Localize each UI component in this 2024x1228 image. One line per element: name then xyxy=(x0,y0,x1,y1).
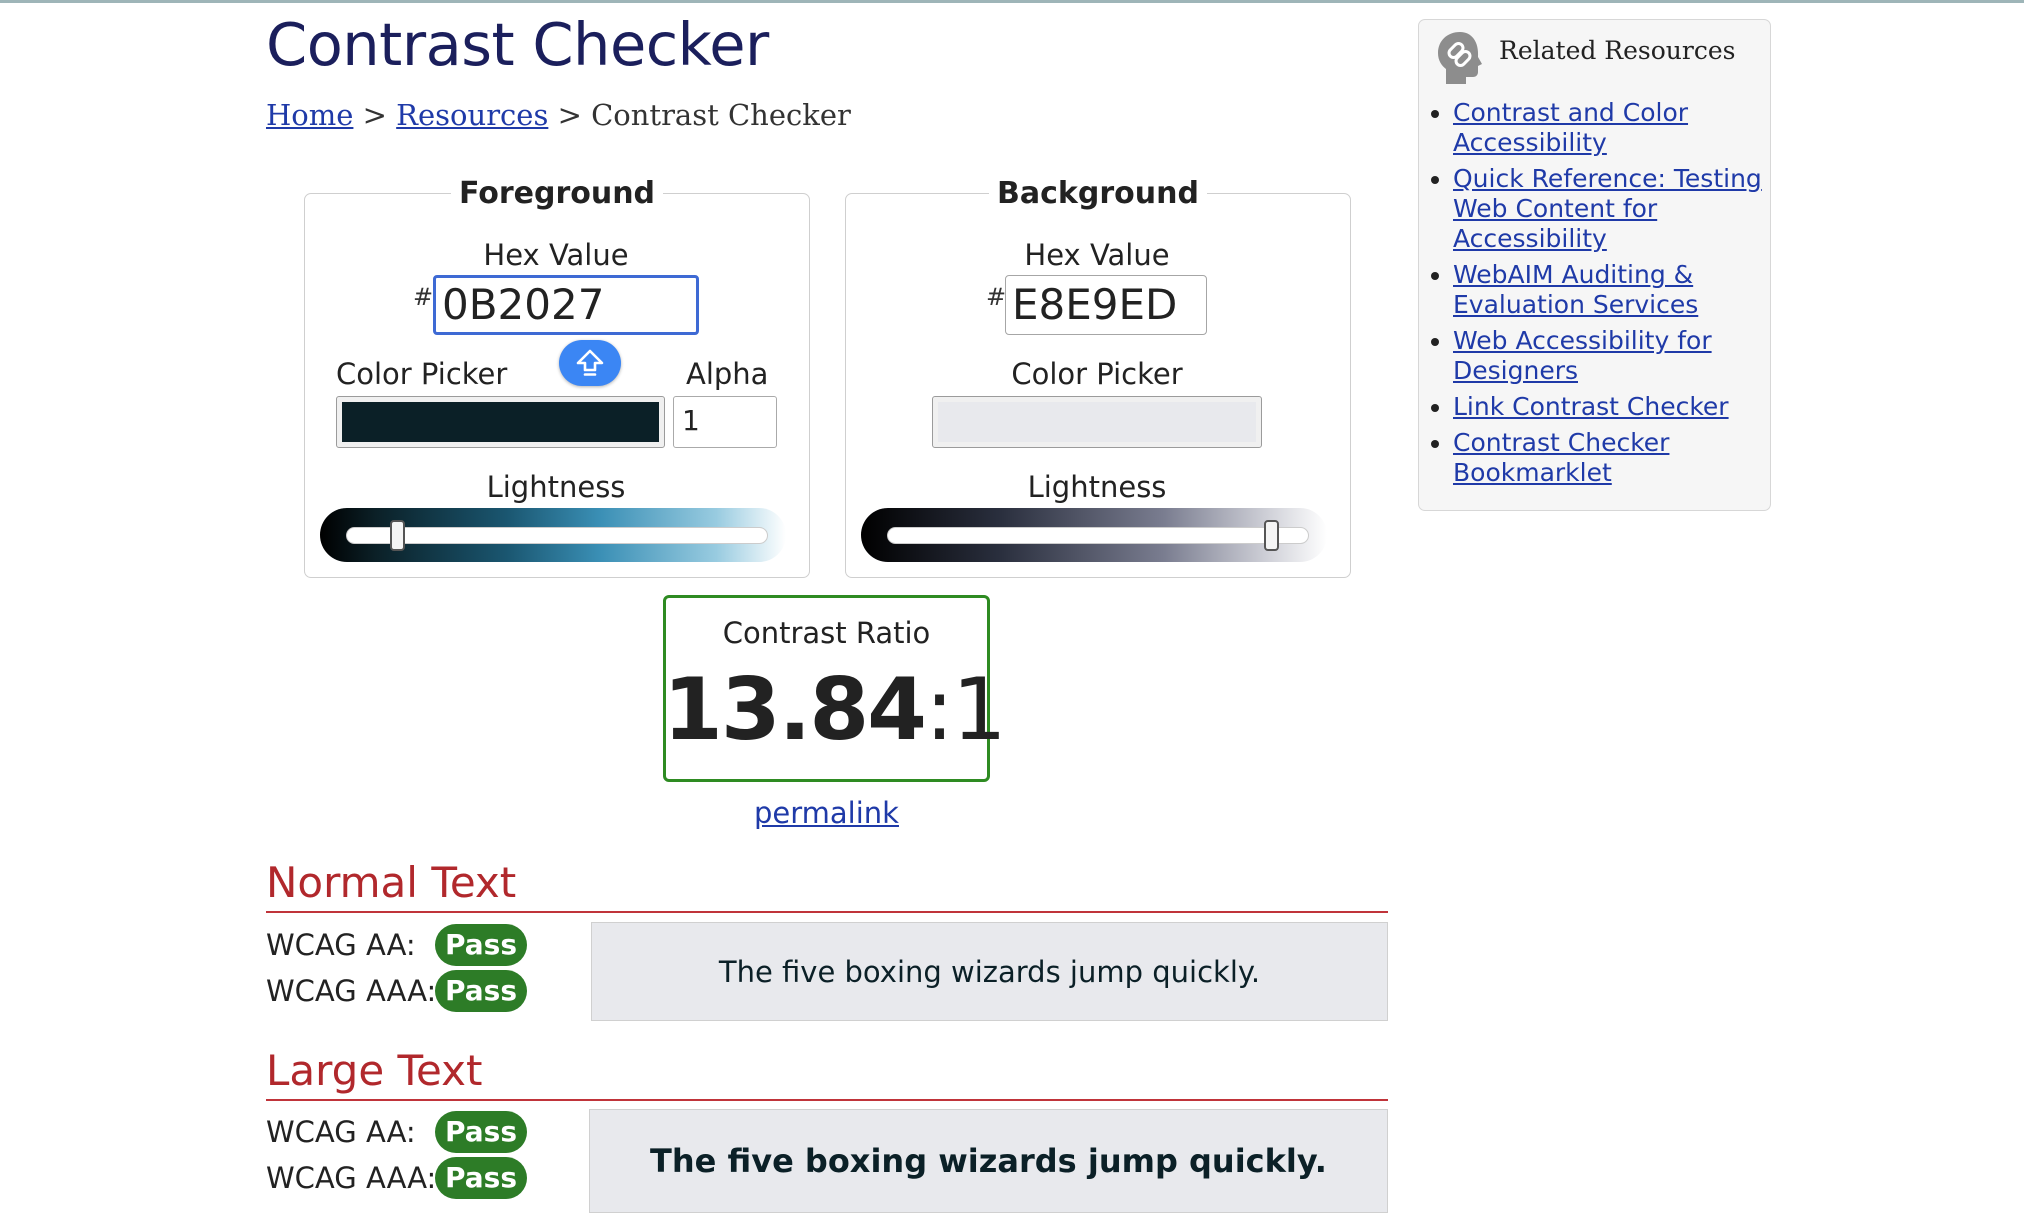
foreground-lightness-label: Lightness xyxy=(486,470,626,504)
related-link-link-contrast[interactable]: Link Contrast Checker xyxy=(1453,392,1729,421)
permalink-link[interactable]: permalink xyxy=(663,796,990,830)
large-aaa-label: WCAG AAA: xyxy=(266,1161,437,1195)
background-hex-input[interactable]: E8E9ED xyxy=(1005,275,1207,335)
related-link-designers[interactable]: Web Accessibility for Designers xyxy=(1453,326,1712,385)
list-item: Link Contrast Checker xyxy=(1453,392,1793,422)
large-text-sample: The five boxing wizards jump quickly. xyxy=(589,1109,1388,1213)
list-item: Quick Reference: Testing Web Content for… xyxy=(1453,164,1793,254)
foreground-lightness-track xyxy=(346,527,768,544)
related-resources-title: Related Resources xyxy=(1499,36,1736,65)
contrast-ratio-label: Contrast Ratio xyxy=(722,616,931,650)
foreground-lightness-handle[interactable] xyxy=(389,520,405,551)
large-text-divider xyxy=(266,1099,1388,1101)
list-item: Contrast Checker Bookmarklet xyxy=(1453,428,1793,488)
related-link-quick-reference[interactable]: Quick Reference: Testing Web Content for… xyxy=(1453,164,1762,253)
foreground-alpha-input[interactable]: 1 xyxy=(673,396,777,448)
normal-aa-pass-badge: Pass xyxy=(435,924,527,966)
keyboard-shortcut-badge[interactable] xyxy=(559,340,621,386)
breadcrumb: Home > Resources > Contrast Checker xyxy=(266,98,851,132)
large-aa-pass-badge: Pass xyxy=(435,1111,527,1153)
related-link-bookmarklet[interactable]: Contrast Checker Bookmarklet xyxy=(1453,428,1669,487)
contrast-ratio-suffix: :1 xyxy=(925,660,1007,760)
list-item: WebAIM Auditing & Evaluation Services xyxy=(1453,260,1793,320)
related-link-auditing-services[interactable]: WebAIM Auditing & Evaluation Services xyxy=(1453,260,1698,319)
foreground-hex-input[interactable]: 0B2027 xyxy=(433,275,699,335)
foreground-alpha-label: Alpha xyxy=(686,357,769,391)
background-picker-label: Color Picker xyxy=(1011,357,1183,391)
normal-text-sample: The five boxing wizards jump quickly. xyxy=(591,922,1388,1021)
related-resources-list: Contrast and Color Accessibility Quick R… xyxy=(1425,98,1793,494)
background-lightness-track xyxy=(887,527,1309,544)
list-item: Contrast and Color Accessibility xyxy=(1453,98,1793,158)
page-title: Contrast Checker xyxy=(266,10,769,79)
background-color-picker[interactable] xyxy=(932,396,1262,448)
background-hex-label: Hex Value xyxy=(1024,238,1170,272)
background-lightness-handle[interactable] xyxy=(1264,520,1280,551)
breadcrumb-separator: > xyxy=(362,98,387,132)
contrast-ratio-value: 13.84:1 xyxy=(663,660,1007,760)
top-border xyxy=(0,0,2024,3)
foreground-color-picker[interactable] xyxy=(336,396,665,448)
normal-text-divider xyxy=(266,911,1388,913)
breadcrumb-resources-link[interactable]: Resources xyxy=(396,98,548,132)
chain-link-head-icon xyxy=(1436,30,1484,86)
large-aa-label: WCAG AA: xyxy=(266,1115,416,1149)
foreground-hex-label: Hex Value xyxy=(483,238,629,272)
large-aaa-pass-badge: Pass xyxy=(435,1157,527,1199)
contrast-ratio-number: 13.84 xyxy=(663,660,927,760)
breadcrumb-separator: > xyxy=(557,98,582,132)
background-hash-symbol: # xyxy=(986,283,1007,311)
foreground-hash-symbol: # xyxy=(413,283,434,311)
background-color-swatch xyxy=(938,402,1256,442)
normal-aaa-pass-badge: Pass xyxy=(435,970,527,1012)
normal-aaa-label: WCAG AAA: xyxy=(266,974,437,1008)
breadcrumb-home-link[interactable]: Home xyxy=(266,98,353,132)
normal-aa-label: WCAG AA: xyxy=(266,928,416,962)
related-link-contrast-color[interactable]: Contrast and Color Accessibility xyxy=(1453,98,1688,157)
background-legend: Background xyxy=(997,176,1199,211)
up-arrow-icon xyxy=(576,349,604,376)
foreground-legend: Foreground xyxy=(458,176,656,211)
normal-text-heading: Normal Text xyxy=(266,858,517,907)
breadcrumb-current: Contrast Checker xyxy=(591,98,851,132)
large-text-heading: Large Text xyxy=(266,1046,483,1095)
background-lightness-label: Lightness xyxy=(1027,470,1167,504)
list-item: Web Accessibility for Designers xyxy=(1453,326,1793,386)
foreground-color-swatch xyxy=(342,402,659,442)
